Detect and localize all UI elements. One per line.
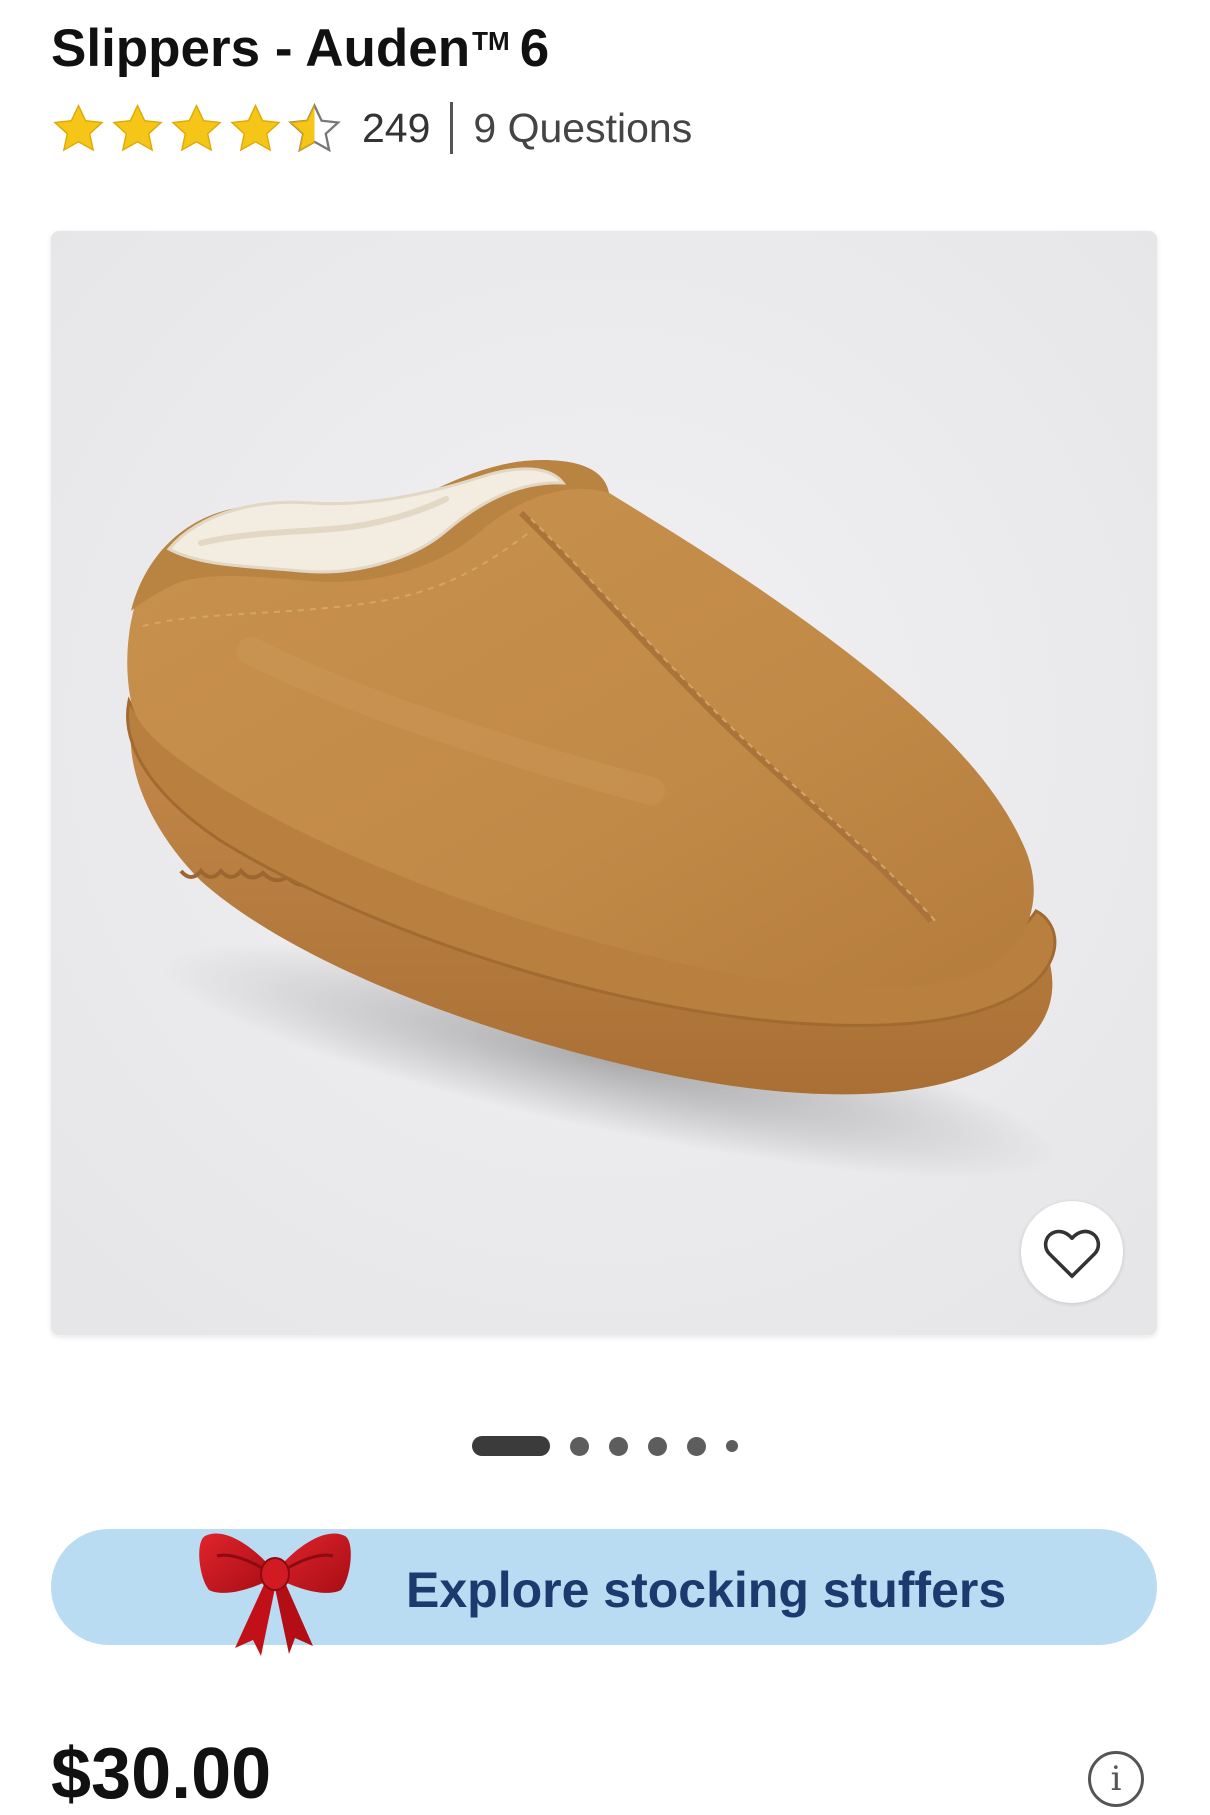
star-full-icon: [112, 103, 163, 151]
carousel-dot-active[interactable]: [472, 1436, 550, 1456]
rating-divider: [450, 102, 454, 154]
promo-label: Explore stocking stuffers: [406, 1562, 1007, 1618]
price: $30.00: [51, 1734, 272, 1814]
star-half-icon: [288, 102, 341, 152]
trademark-symbol: TM: [472, 26, 510, 56]
product-title: Slippers - AudenTM 6: [51, 0, 1171, 80]
title-suffix: 6: [519, 19, 550, 78]
title-line-1-cropped: [51, 0, 1171, 10]
title-line-2: Slippers - Auden: [51, 19, 471, 78]
product-image: [51, 231, 1157, 1335]
rating-row[interactable]: 249 9 Questions: [51, 98, 692, 158]
product-image-gallery[interactable]: [51, 231, 1157, 1335]
info-icon[interactable]: i: [1088, 1751, 1144, 1807]
star-full-icon: [230, 103, 281, 151]
carousel-dot[interactable]: [609, 1436, 628, 1456]
star-rating: [51, 101, 342, 156]
carousel-indicator: [0, 1434, 1210, 1458]
carousel-dot[interactable]: [687, 1436, 706, 1456]
favorite-button[interactable]: [1021, 1201, 1123, 1303]
red-bow-icon: [199, 1533, 351, 1656]
star-full-icon: [53, 103, 104, 151]
star-full-icon: [171, 103, 222, 151]
questions-link[interactable]: 9 Questions: [473, 105, 692, 152]
review-count[interactable]: 249: [362, 105, 430, 152]
carousel-dot[interactable]: [570, 1436, 589, 1456]
carousel-dot[interactable]: [726, 1440, 738, 1452]
carousel-dot[interactable]: [648, 1436, 667, 1456]
heart-outline-icon: [1043, 1229, 1101, 1278]
